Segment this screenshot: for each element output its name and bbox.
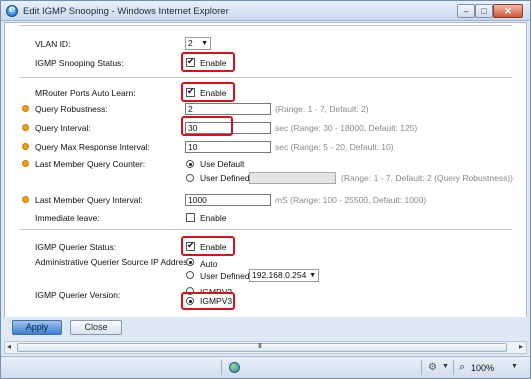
query-max-response-input[interactable]: 10 (185, 141, 271, 153)
immediate-leave-checkbox[interactable] (186, 213, 195, 222)
last-member-counter-input[interactable] (249, 172, 336, 184)
mrouter-auto-learn-label: MRouter Ports Auto Learn: (35, 88, 136, 98)
globe-icon (229, 362, 240, 373)
query-max-response-hint: sec (Range: 5 - 20, Default: 10) (275, 142, 394, 152)
horizontal-scrollbar[interactable]: ◂ III ▸ (4, 341, 527, 354)
browser-window: e Edit IGMP Snooping - Windows Internet … (0, 0, 531, 379)
immediate-leave-enable-label: Enable (200, 213, 227, 223)
admin-querier-ip-select[interactable]: 192.168.0.254 ▼ (249, 269, 319, 282)
status-bar: ⚙ ▼ ⌕ 100% ▼ (1, 356, 530, 378)
required-dot-icon (22, 143, 29, 150)
scroll-grip: III (258, 343, 262, 350)
required-dot-icon (22, 196, 29, 203)
admin-querier-auto-radio[interactable] (186, 258, 194, 266)
querier-status-label: IGMP Querier Status: (35, 242, 117, 252)
immediate-leave-label: Immediate leave: (35, 213, 100, 223)
status-divider (421, 360, 422, 375)
query-robustness-input[interactable]: 2 (185, 103, 271, 115)
highlight-box (181, 116, 233, 136)
query-robustness-label: Query Robustness: (35, 104, 108, 114)
query-interval-hint: sec (Range: 30 - 18000, Default: 125) (275, 123, 418, 133)
chevron-down-icon[interactable]: ▼ (511, 363, 518, 370)
query-max-response-label: Query Max Response Interval: (35, 142, 150, 152)
close-window-button[interactable]: ✕ (493, 4, 523, 18)
required-dot-icon (22, 105, 29, 112)
vlan-id-select[interactable]: 2 ▼ (185, 37, 211, 50)
highlight-box (181, 236, 235, 256)
scroll-left-icon[interactable]: ◂ (7, 342, 11, 351)
required-dot-icon (22, 124, 29, 131)
chevron-down-icon: ▼ (309, 272, 316, 279)
section-divider (19, 229, 512, 230)
close-button[interactable]: Close (70, 320, 122, 335)
title-bar: e Edit IGMP Snooping - Windows Internet … (1, 1, 530, 21)
protected-mode-icon[interactable]: ⚙ (428, 362, 437, 373)
admin-querier-user-radio[interactable] (186, 271, 194, 279)
button-bar: Apply Close (4, 317, 527, 339)
status-divider (453, 360, 454, 375)
last-member-counter-default-label: Use Default (200, 159, 245, 169)
internet-explorer-icon: e (6, 4, 18, 17)
querier-version-label: IGMP Querier Version: (35, 290, 121, 300)
section-divider (19, 77, 512, 78)
query-interval-label: Query Interval: (35, 123, 91, 133)
form-content: VLAN ID: 2 ▼ IGMP Snooping Status: Enabl… (4, 22, 527, 338)
highlight-box (181, 82, 235, 102)
admin-querier-auto-label: Auto (200, 259, 218, 269)
maximize-button[interactable]: □ (475, 4, 493, 18)
required-dot-icon (22, 160, 29, 167)
chevron-down-icon: ▼ (201, 40, 208, 47)
scroll-thumb[interactable]: III (17, 343, 507, 352)
zoom-level[interactable]: 100% (471, 363, 494, 373)
highlight-box (181, 292, 235, 310)
apply-button[interactable]: Apply (12, 320, 62, 335)
last-member-interval-label: Last Member Query Interval: (35, 195, 143, 205)
magnifier-icon[interactable]: ⌕ (459, 361, 465, 374)
admin-querier-ip-label: Administrative Querier Source IP Address… (35, 257, 195, 267)
minimize-button[interactable]: – (457, 4, 475, 18)
section-divider (19, 25, 512, 26)
highlight-box (181, 52, 235, 72)
query-robustness-hint: (Range: 1 - 7, Default: 2) (275, 104, 369, 114)
admin-querier-ip-value: 192.168.0.254 (252, 270, 307, 280)
last-member-counter-default-radio[interactable] (186, 160, 194, 168)
vlan-id-value: 2 (188, 38, 193, 48)
last-member-counter-label: Last Member Query Counter: (35, 159, 146, 169)
window-title: Edit IGMP Snooping - Windows Internet Ex… (23, 6, 229, 17)
last-member-counter-user-label: User Defined (200, 173, 250, 183)
last-member-counter-user-radio[interactable] (186, 174, 194, 182)
admin-querier-user-label: User Defined (200, 271, 250, 281)
scroll-right-icon[interactable]: ▸ (519, 342, 523, 351)
last-member-counter-hint: (Range: 1 - 7, Default: 2 (Query Robustn… (341, 173, 513, 183)
status-divider (221, 360, 222, 375)
vlan-id-label: VLAN ID: (35, 39, 71, 49)
last-member-interval-input[interactable]: 1000 (185, 194, 271, 206)
snooping-status-label: IGMP Snooping Status: (35, 58, 124, 68)
last-member-interval-hint: mS (Range: 100 - 25500, Default: 1000) (275, 195, 427, 205)
chevron-down-icon[interactable]: ▼ (442, 363, 449, 370)
